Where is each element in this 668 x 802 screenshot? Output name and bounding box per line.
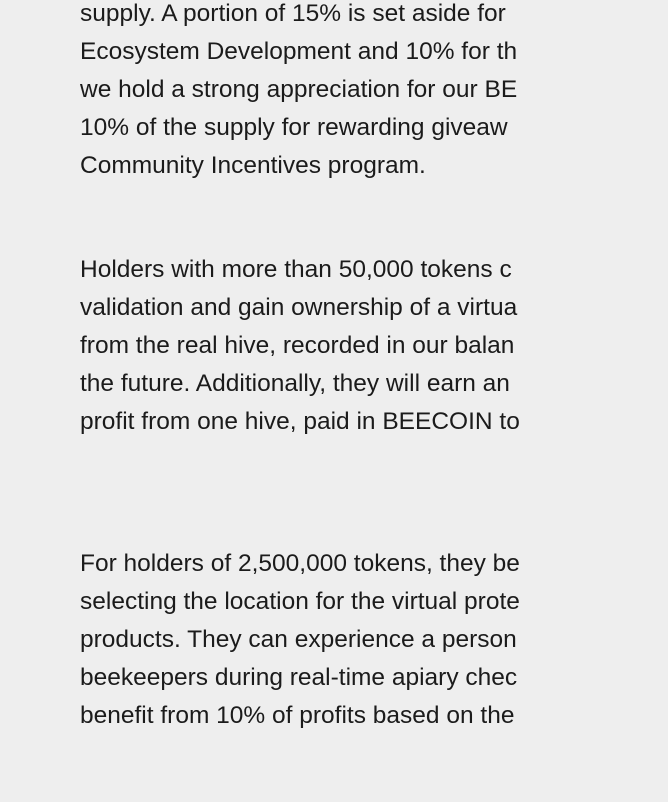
text-line: benefit from 10% of profits based on the bbox=[80, 702, 515, 729]
text-line: Community Incentives program. bbox=[80, 152, 426, 179]
text-line: Holders with more than 50,000 tokens c bbox=[80, 256, 512, 283]
text-line: from the real hive, recorded in our bala… bbox=[80, 332, 515, 359]
text-line: we hold a strong appreciation for our BE bbox=[80, 76, 518, 103]
paragraph-2500000-holders: For holders of 2,500,000 tokens, they be… bbox=[80, 545, 668, 735]
document-body: supply. A portion of 15% is set aside fo… bbox=[80, 0, 668, 802]
text-line: supply. A portion of 15% is set aside fo… bbox=[80, 0, 506, 27]
text-line: 10% of the supply for rewarding giveaw bbox=[80, 114, 508, 141]
text-line: the future. Additionally, they will earn… bbox=[80, 370, 510, 397]
text-line: profit from one hive, paid in BEECOIN to bbox=[80, 408, 520, 435]
text-line: For holders of 2,500,000 tokens, they be bbox=[80, 550, 520, 577]
paragraph-token-allocation: supply. A portion of 15% is set aside fo… bbox=[80, 0, 668, 185]
text-line: Ecosystem Development and 10% for th bbox=[80, 38, 518, 65]
text-line: validation and gain ownership of a virtu… bbox=[80, 294, 518, 321]
paragraph-50000-holders: Holders with more than 50,000 tokens c v… bbox=[80, 251, 668, 441]
text-line: products. They can experience a person bbox=[80, 626, 517, 653]
text-line: selecting the location for the virtual p… bbox=[80, 588, 520, 615]
text-line: beekeepers during real-time apiary chec bbox=[80, 664, 518, 691]
